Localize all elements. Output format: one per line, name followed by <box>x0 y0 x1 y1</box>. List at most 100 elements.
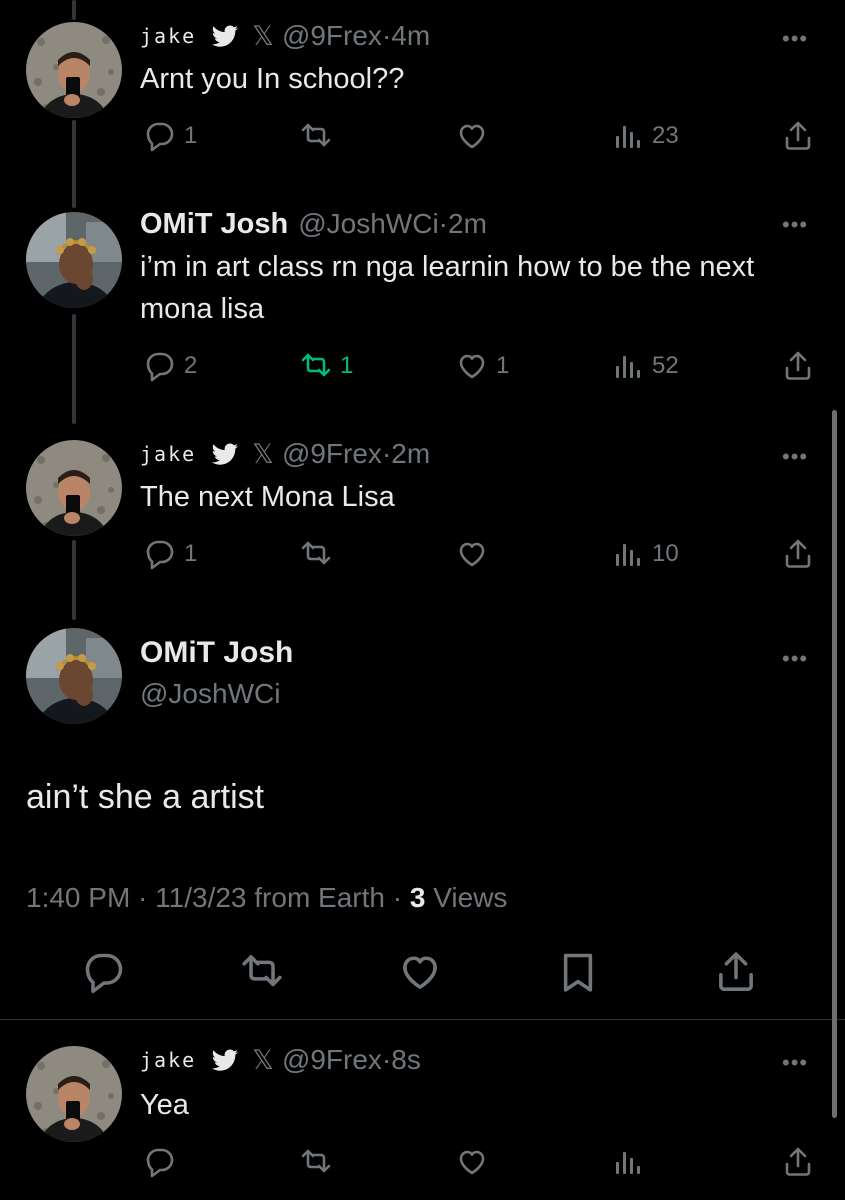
share-button[interactable] <box>782 346 814 386</box>
timestamp[interactable]: ·4m <box>382 20 430 52</box>
reply-button[interactable] <box>144 1142 176 1182</box>
views-count: 23 <box>652 122 679 149</box>
views-button[interactable]: 23 <box>612 116 679 156</box>
timestamp[interactable]: 1:40 PM · 11/3/23 from Earth · <box>26 882 402 913</box>
like-button[interactable] <box>456 534 496 574</box>
reply-button[interactable]: 2 <box>144 346 197 386</box>
heart-icon <box>459 542 485 567</box>
avatar[interactable] <box>26 628 122 724</box>
main-tweet-actions <box>0 950 845 1000</box>
handle[interactable]: @JoshWCi <box>298 208 438 240</box>
views-icon <box>616 126 640 148</box>
thread-line <box>72 540 76 620</box>
like-count: 1 <box>496 352 510 379</box>
reply-button[interactable]: 1 <box>144 534 197 574</box>
tweet-text: The next Mona Lisa <box>140 481 395 513</box>
tweet-text: Arnt you In school?? <box>140 63 405 95</box>
reply-icon <box>146 1148 174 1178</box>
views-button[interactable] <box>612 1142 644 1182</box>
reply-icon <box>146 122 174 152</box>
handle[interactable]: @9Frex <box>282 438 382 470</box>
tweet-meta: 1:40 PM · 11/3/23 from Earth · 3 Views <box>26 882 507 914</box>
thread-line <box>72 314 76 424</box>
views-icon <box>616 1152 640 1174</box>
share-button[interactable] <box>782 534 814 574</box>
share-icon[interactable] <box>714 950 758 994</box>
retweet-icon <box>301 1149 331 1173</box>
avatar[interactable] <box>26 440 122 536</box>
retweet-icon[interactable] <box>240 950 284 994</box>
thread-line <box>72 120 76 208</box>
retweet-icon <box>301 541 331 565</box>
share-icon <box>785 539 811 568</box>
x-logo-icon: 𝕏 <box>252 20 274 51</box>
tweet-actions: 1 23 <box>140 116 820 156</box>
tweet-actions: 1 10 <box>140 534 820 574</box>
timestamp[interactable]: ·2m <box>439 208 487 240</box>
more-options-icon[interactable]: ••• <box>782 26 808 52</box>
more-options-icon[interactable]: ••• <box>782 444 808 470</box>
handle[interactable]: @JoshWCi <box>140 678 280 710</box>
more-options-icon[interactable]: ••• <box>782 212 808 238</box>
timestamp[interactable]: ·8s <box>382 1044 421 1076</box>
like-button[interactable] <box>456 1142 488 1182</box>
divider <box>0 1019 845 1020</box>
retweet-icon <box>301 353 331 377</box>
views-button[interactable]: 52 <box>612 346 679 386</box>
bird-icon <box>211 25 239 47</box>
avatar[interactable] <box>26 212 122 308</box>
tweet-header: jake 𝕏 @9Frex ·8s <box>140 1042 421 1078</box>
display-name[interactable]: jake <box>140 24 196 48</box>
views-count: 10 <box>652 540 679 567</box>
scrollbar[interactable] <box>832 410 837 1118</box>
display-name[interactable]: OMiT Josh <box>140 208 288 241</box>
views-button[interactable]: 10 <box>612 534 679 574</box>
reply-icon <box>146 540 174 570</box>
handle[interactable]: @9Frex <box>282 20 382 52</box>
display-name[interactable]: jake <box>140 442 196 466</box>
tweet-header: OMiT Josh @JoshWCi ·2m <box>140 206 487 242</box>
more-options-icon[interactable]: ••• <box>782 1050 808 1076</box>
handle[interactable]: @9Frex <box>282 1044 382 1076</box>
views-icon <box>616 356 640 378</box>
share-icon <box>785 121 811 150</box>
like-button[interactable] <box>456 116 496 156</box>
retweet-button[interactable] <box>300 116 340 156</box>
bookmark-icon[interactable] <box>556 950 600 994</box>
heart-icon[interactable] <box>398 950 442 994</box>
share-button[interactable] <box>782 116 814 156</box>
reply-button[interactable]: 1 <box>144 116 197 156</box>
reply-icon <box>146 352 174 382</box>
share-icon <box>785 1147 811 1176</box>
display-name[interactable]: OMiT Josh <box>140 636 293 670</box>
tweet-header: jake 𝕏 @9Frex ·4m <box>140 18 430 54</box>
share-button[interactable] <box>782 1142 814 1182</box>
x-logo-icon: 𝕏 <box>252 1044 274 1075</box>
tweet-header: jake 𝕏 @9Frex ·2m <box>140 436 430 472</box>
like-button[interactable]: 1 <box>456 346 509 386</box>
bird-icon <box>211 1049 239 1071</box>
reply-icon[interactable] <box>82 950 126 994</box>
retweet-icon <box>301 123 331 147</box>
share-icon <box>785 351 811 380</box>
tweet-actions: 2 1 1 52 <box>140 346 820 386</box>
retweet-button[interactable] <box>300 1142 332 1182</box>
retweet-button[interactable] <box>300 534 340 574</box>
timestamp[interactable]: ·2m <box>382 438 430 470</box>
tweet-text: Yea <box>140 1089 189 1121</box>
views-count: 3 <box>409 882 426 913</box>
more-options-icon[interactable]: ••• <box>782 646 808 672</box>
retweet-button[interactable]: 1 <box>300 346 353 386</box>
avatar[interactable] <box>26 1046 122 1142</box>
avatar[interactable] <box>26 22 122 118</box>
heart-icon <box>459 354 485 379</box>
reply-count: 1 <box>184 540 198 567</box>
reply-count: 1 <box>184 122 198 149</box>
bird-icon <box>211 443 239 465</box>
display-name[interactable]: jake <box>140 1048 196 1072</box>
retweet-count: 1 <box>340 352 354 379</box>
tweet-actions <box>140 1142 820 1182</box>
views-count: 52 <box>652 352 679 379</box>
tweet-text: i’m in art class rn nga learnin how to b… <box>140 251 755 325</box>
views-icon <box>616 544 640 566</box>
